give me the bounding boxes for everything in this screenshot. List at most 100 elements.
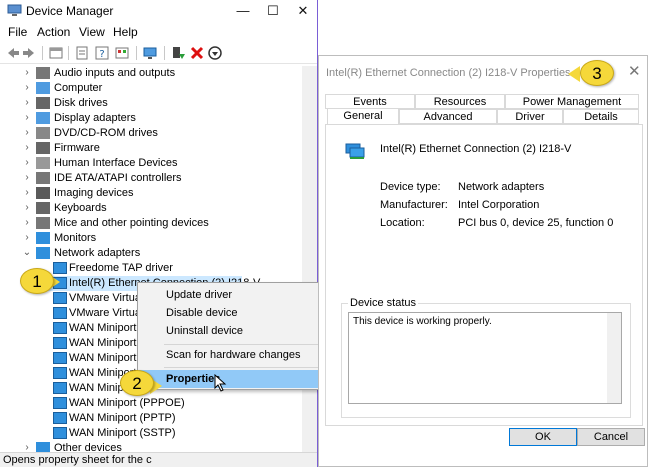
menu-scan-hardware[interactable]: Scan for hardware changes — [139, 346, 327, 364]
status-bar: Opens property sheet for the c — [0, 452, 317, 467]
tab-events[interactable]: Events — [325, 94, 415, 109]
tree-item-label: WAN Miniport (SSTP) — [69, 427, 176, 439]
uninstall-icon[interactable] — [189, 45, 205, 61]
collapsed-arrow-icon[interactable]: › — [22, 142, 32, 153]
location-value: PCI bus 0, device 25, function 0 — [458, 217, 614, 229]
dialog-close-button[interactable]: ✕ — [628, 62, 641, 80]
help-icon[interactable]: ? — [94, 45, 110, 61]
menu-file[interactable]: File — [8, 25, 27, 39]
tree-category-item[interactable]: › IDE ATA/ATAPI controllers — [22, 171, 302, 186]
cancel-button[interactable]: Cancel — [577, 428, 645, 446]
tree-category-item[interactable]: › Display adapters — [22, 111, 302, 126]
ok-button[interactable]: OK — [509, 428, 577, 446]
menu-disable-device[interactable]: Disable device — [139, 304, 327, 322]
properties-icon[interactable] — [48, 45, 64, 61]
tree-item-label: WAN Miniport (PPTP) — [69, 412, 176, 424]
network-adapter-icon — [53, 397, 67, 409]
network-adapter-icon — [53, 427, 67, 439]
tree-child-item[interactable]: WAN Miniport (PPTP) — [36, 411, 242, 426]
menu-action[interactable]: Action — [37, 25, 70, 39]
dialog-title: Intel(R) Ethernet Connection (2) I218-V … — [326, 67, 571, 79]
tree-category-item[interactable]: › Imaging devices — [22, 186, 302, 201]
menu-help[interactable]: Help — [113, 25, 138, 39]
collapsed-arrow-icon[interactable]: › — [22, 127, 32, 138]
network-adapter-icon — [345, 143, 365, 159]
tree-category-item[interactable]: › Disk drives — [22, 96, 302, 111]
menu-update-driver[interactable]: Update driver — [139, 286, 327, 304]
collapsed-arrow-icon[interactable]: › — [22, 187, 32, 198]
tab-power-management[interactable]: Power Management — [505, 94, 639, 109]
scan-icon[interactable] — [142, 45, 158, 61]
status-scrollbar[interactable] — [607, 313, 621, 403]
collapsed-arrow-icon[interactable]: › — [22, 82, 32, 93]
menu-separator — [164, 344, 324, 345]
collapsed-arrow-icon[interactable]: › — [22, 232, 32, 243]
tree-category-item[interactable]: › DVD/CD-ROM drives — [22, 126, 302, 141]
tree-category-item[interactable]: › Monitors — [22, 231, 302, 246]
enable-icon[interactable] — [170, 45, 186, 61]
tab-resources[interactable]: Resources — [415, 94, 505, 109]
collapsed-arrow-icon[interactable]: › — [22, 217, 32, 228]
context-menu: Update driver Disable device Uninstall d… — [137, 282, 329, 390]
tree-item-label: Imaging devices — [54, 187, 134, 199]
close-button[interactable]: ✕ — [288, 0, 317, 22]
expanded-arrow-icon[interactable]: ⌄ — [22, 247, 32, 258]
tree-item-label: DVD/CD-ROM drives — [54, 127, 158, 139]
tree-category-item[interactable]: › Firmware — [22, 141, 302, 156]
tree-category-item[interactable]: › Keyboards — [22, 201, 302, 216]
collapsed-arrow-icon[interactable]: › — [22, 97, 32, 108]
tab-advanced[interactable]: Advanced — [399, 109, 497, 124]
tab-driver[interactable]: Driver — [497, 109, 563, 124]
location-label: Location: — [380, 217, 425, 229]
tab-general[interactable]: General — [327, 108, 399, 125]
properties-dialog: Intel(R) Ethernet Connection (2) I218-V … — [318, 55, 648, 467]
network-adapter-icon — [53, 307, 67, 319]
menu-properties[interactable]: Properties — [139, 370, 327, 388]
collapsed-arrow-icon[interactable]: › — [22, 67, 32, 78]
tree-child-item[interactable]: Freedome TAP driver — [36, 261, 242, 276]
device-category-icon — [36, 127, 50, 139]
forward-icon[interactable] — [22, 45, 38, 61]
tree-item-label: WAN Miniport ( — [69, 322, 144, 334]
view-icon[interactable] — [114, 45, 130, 61]
menu-view[interactable]: View — [79, 25, 105, 39]
back-icon[interactable] — [4, 45, 20, 61]
network-adapter-icon — [53, 367, 67, 379]
tree-category-item[interactable]: › Human Interface Devices — [22, 156, 302, 171]
tree-scrollbar[interactable] — [302, 66, 317, 452]
device-category-icon — [36, 202, 50, 214]
network-adapter-icon — [53, 337, 67, 349]
device-status-textbox[interactable]: This device is working properly. — [348, 312, 622, 404]
minimize-button[interactable]: — — [228, 0, 258, 22]
network-adapter-icon — [53, 262, 67, 274]
collapsed-arrow-icon[interactable]: › — [22, 157, 32, 168]
tree-item-label: Firmware — [54, 142, 100, 154]
tree-item-label: Disk drives — [54, 97, 108, 109]
tree-item-label: Keyboards — [54, 202, 107, 214]
collapsed-arrow-icon[interactable]: › — [22, 172, 32, 183]
tree-category-item[interactable]: › Mice and other pointing devices — [22, 216, 302, 231]
manufacturer-label: Manufacturer: — [380, 199, 448, 211]
collapsed-arrow-icon[interactable]: › — [22, 112, 32, 123]
tree-item-label: IDE ATA/ATAPI controllers — [54, 172, 182, 184]
maximize-button[interactable]: ☐ — [258, 0, 288, 22]
update-icon[interactable] — [74, 45, 90, 61]
tree-item-label: WAN Miniport ( — [69, 352, 144, 364]
tree-child-item[interactable]: WAN Miniport (PPPOE) — [36, 396, 242, 411]
device-category-icon — [36, 82, 50, 94]
tree-item-label: Network adapters — [54, 247, 141, 259]
download-icon[interactable] — [207, 45, 223, 61]
menu-uninstall-device[interactable]: Uninstall device — [139, 322, 327, 340]
tab-details[interactable]: Details — [563, 109, 639, 124]
svg-text:?: ? — [99, 49, 104, 60]
tree-child-item[interactable]: WAN Miniport (SSTP) — [36, 426, 242, 441]
device-category-icon — [36, 232, 50, 244]
tree-category-item[interactable]: › Audio inputs and outputs — [22, 66, 302, 81]
device-category-icon — [36, 97, 50, 109]
tree-category-item[interactable]: ⌄ Network adapters — [22, 246, 302, 261]
tree-item-label: Computer — [54, 82, 103, 94]
device-category-icon — [36, 157, 50, 169]
tree-item-label: VMware Virtual — [69, 292, 144, 304]
tree-category-item[interactable]: › Computer — [22, 81, 302, 96]
collapsed-arrow-icon[interactable]: › — [22, 202, 32, 213]
